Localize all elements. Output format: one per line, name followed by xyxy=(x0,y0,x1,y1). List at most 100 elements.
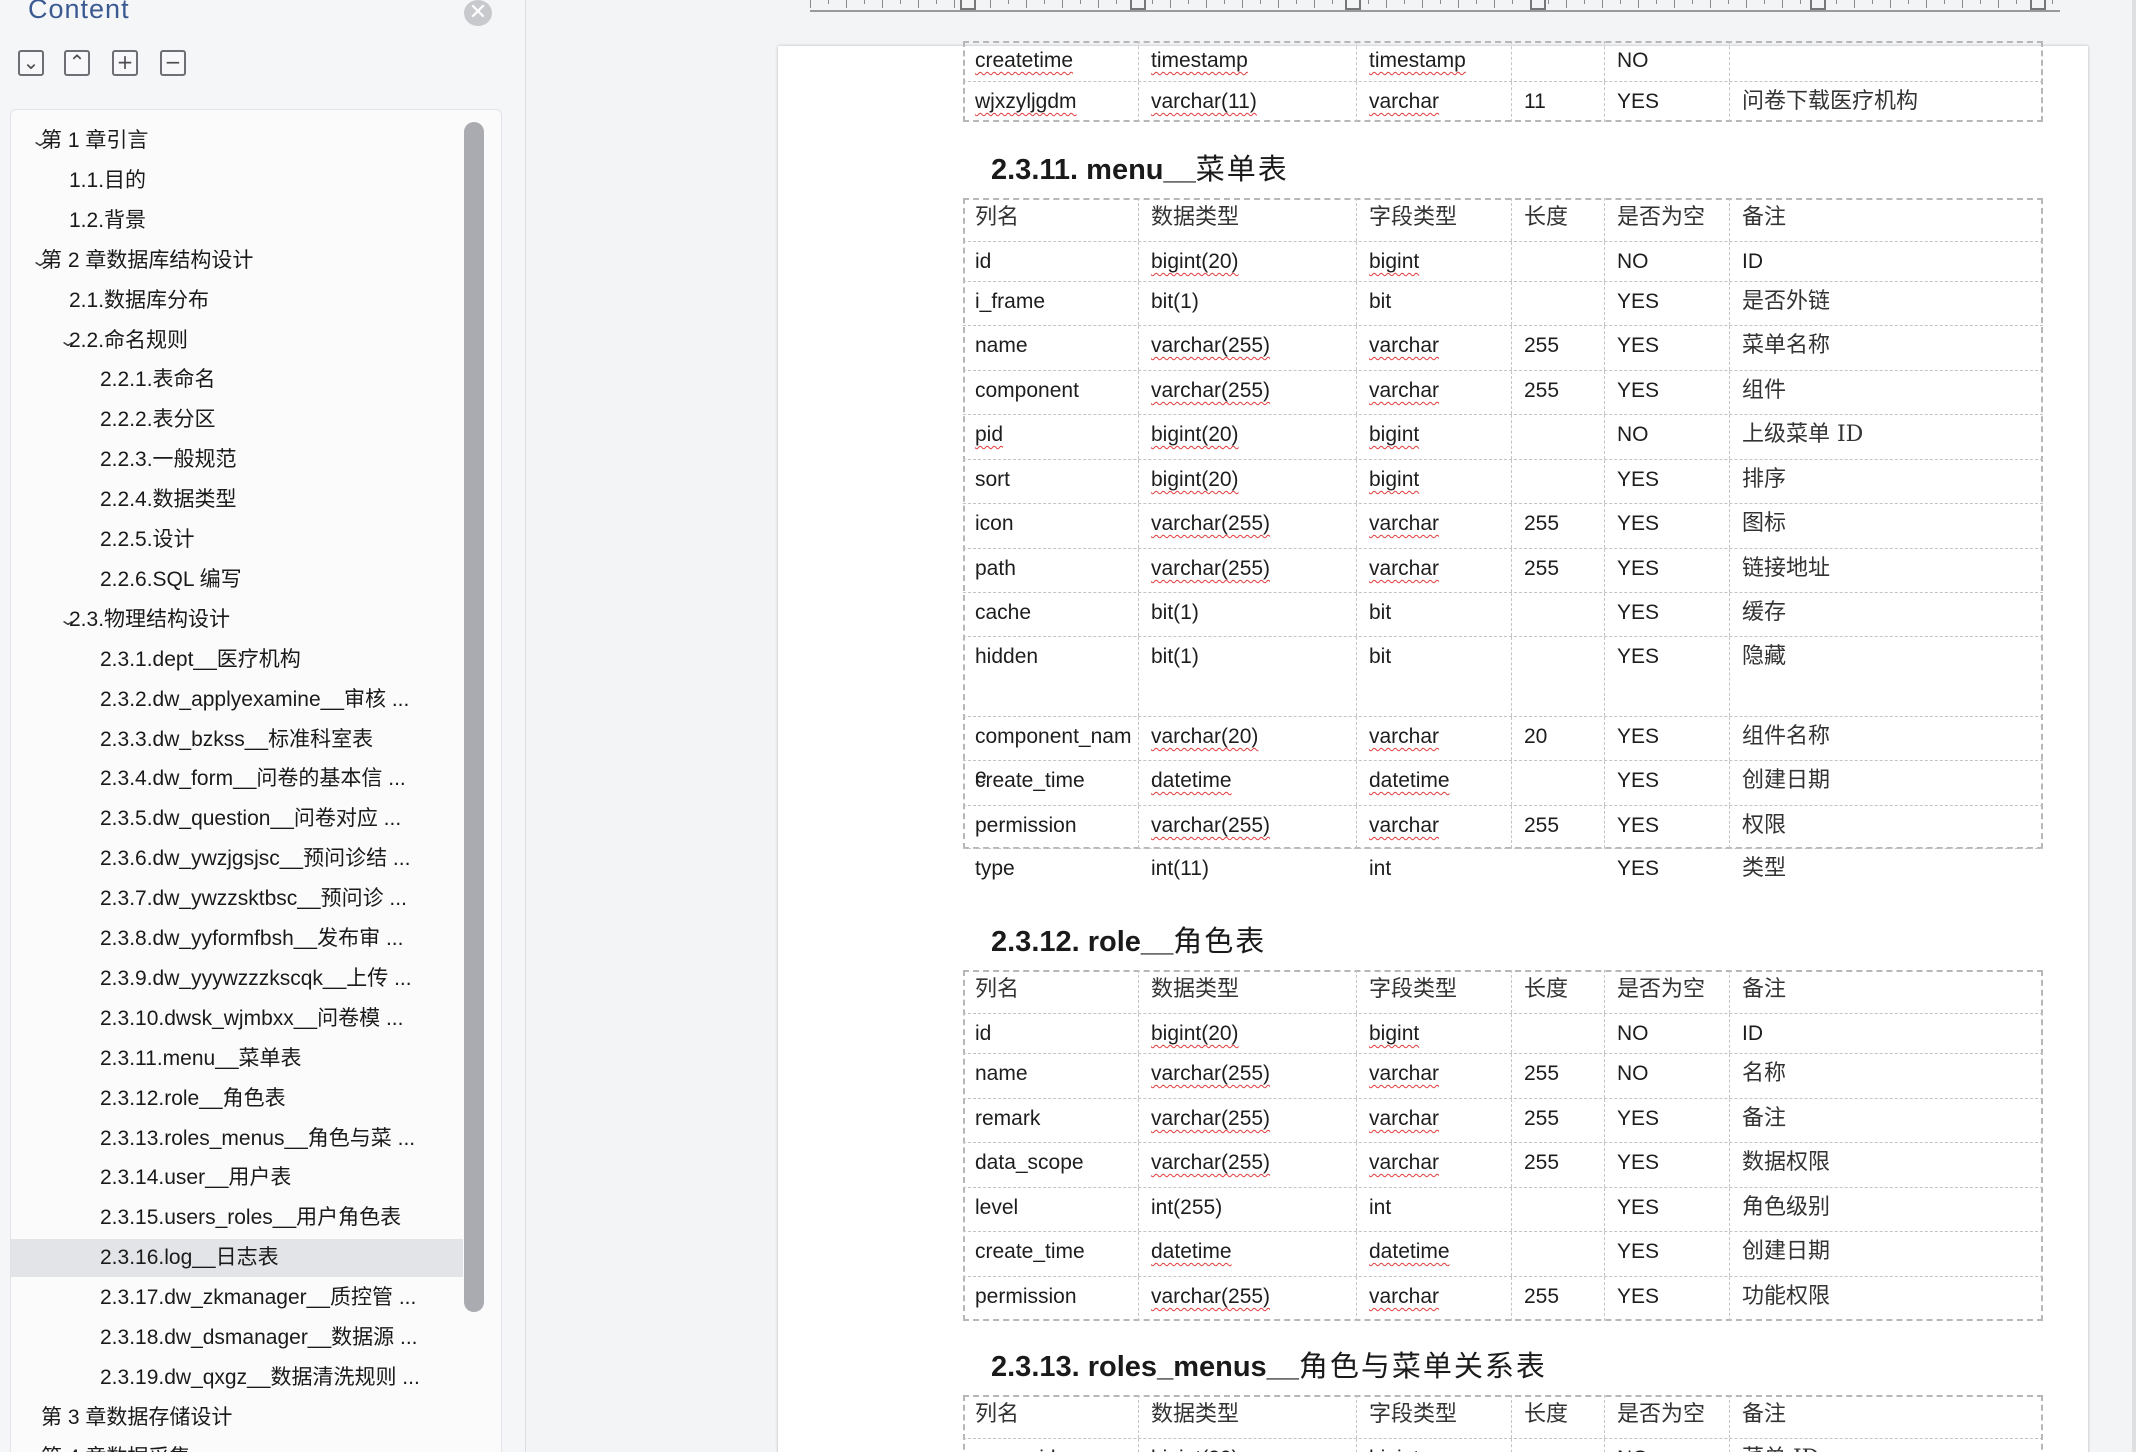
table-cell: NO xyxy=(1604,1054,1729,1098)
table-cell: YES xyxy=(1604,371,1729,414)
toc-item[interactable]: 2.2.3.一般规范 xyxy=(11,441,463,479)
table-cell: int(255) xyxy=(1138,1188,1356,1231)
ruler-tab-marker[interactable] xyxy=(1530,0,1546,10)
toc-item[interactable]: 1.1.目的 xyxy=(11,162,463,200)
toc-item[interactable]: 第 4 章数据采集 xyxy=(11,1439,463,1452)
toc-item[interactable]: 2.2.6.SQL 编写 xyxy=(11,561,463,599)
section-table-name: menu__ xyxy=(1086,154,1196,186)
toc-item[interactable]: 2.3.15.users_roles__用户角色表 xyxy=(11,1199,463,1237)
spellcheck-underline: datetime xyxy=(1151,769,1232,792)
table-cell: YES xyxy=(1604,82,1729,122)
table-row: remark varchar(255) varchar 255 YES 备注 xyxy=(963,1099,2043,1143)
toc-item[interactable]: 2.2.5.设计 xyxy=(11,521,463,559)
table-row: pid bigint(20) bigint NO 上级菜单 ID xyxy=(963,415,2043,460)
table-cell: int xyxy=(1356,1188,1511,1231)
toc-item[interactable]: 2.3.18.dw_dsmanager__数据源 ... xyxy=(11,1319,463,1357)
table-cell: 11 xyxy=(1511,82,1604,122)
toc-item[interactable]: 2.3.5.dw_question__问卷对应 ... xyxy=(11,800,463,838)
spellcheck-underline: datetime xyxy=(1369,1240,1450,1263)
spellcheck-underline: varchar xyxy=(1369,1062,1440,1085)
toc-item[interactable]: 2.3.17.dw_zkmanager__质控管 ... xyxy=(11,1279,463,1317)
table-cell: datetime xyxy=(1138,761,1356,805)
spellcheck-underline: bigint(20) xyxy=(1151,1447,1239,1452)
toc-item[interactable]: 2.2.2.表分区 xyxy=(11,401,463,439)
table-cell: 组件名称 xyxy=(1729,717,2043,760)
ruler-tab-marker[interactable] xyxy=(2030,0,2046,10)
table-row: createtime timestamp timestamp NO xyxy=(963,41,2043,82)
table-cell: 列名 xyxy=(975,1402,1020,1427)
spellcheck-underline: varchar xyxy=(1369,1285,1440,1308)
table-cell: component_nam e xyxy=(975,725,1132,788)
table-cell: YES xyxy=(1604,1277,1729,1321)
ruler-tick xyxy=(1908,0,1909,4)
table-cell xyxy=(1511,593,1604,636)
toc-item-label: 2.3.物理结构设计 xyxy=(69,607,231,631)
ruler-tab-marker[interactable] xyxy=(960,0,976,10)
table-cell: bigint(20) xyxy=(1138,415,1356,459)
toc-item[interactable]: 2.3.16.log__日志表 xyxy=(11,1239,463,1278)
spellcheck-underline: bigint xyxy=(1369,468,1420,491)
ruler-tick xyxy=(1296,0,1297,4)
toc-item[interactable]: ⌄ 第 2 章数据库结构设计 xyxy=(11,242,463,280)
table-row: data_scope varchar(255) varchar 255 YES 数据权限 xyxy=(963,1143,2043,1188)
ruler-tab-marker[interactable] xyxy=(1810,0,1826,10)
toc-item-label: 第 4 章数据采集 xyxy=(41,1439,190,1452)
toc-item[interactable]: 2.3.11.menu__菜单表 xyxy=(11,1040,463,1078)
toc-item[interactable]: ⌄ 2.3.物理结构设计 xyxy=(11,601,463,639)
table-cell: createtime xyxy=(963,41,1138,81)
ruler-tick xyxy=(1386,0,1387,8)
table-cell: pid xyxy=(963,415,1138,459)
spellcheck-underline: wjxzyljgdm xyxy=(975,90,1077,113)
collapse-all-button[interactable]: − xyxy=(160,50,186,76)
toc-item[interactable]: 2.3.10.dwsk_wjmbxx__问卷模 ... xyxy=(11,1000,463,1038)
ruler-tick xyxy=(1242,0,1243,8)
ruler-tick xyxy=(1890,0,1891,8)
toc-item[interactable]: 2.3.14.user__用户表 xyxy=(11,1159,463,1197)
table-cell: 255 xyxy=(1511,1054,1604,1098)
toc-scrollbar[interactable] xyxy=(464,122,484,1312)
ruler-tick xyxy=(1098,0,1099,8)
toc-item[interactable]: 2.1.数据库分布 xyxy=(11,282,463,320)
toc-item[interactable]: 2.2.4.数据类型 xyxy=(11,481,463,519)
toc-item[interactable]: 2.3.6.dw_ywzjgsjsc__预问诊结 ... xyxy=(11,840,463,878)
toc-item[interactable]: ⌄ 第 1 章引言 xyxy=(11,122,463,160)
toc-item[interactable]: 第 3 章数据存储设计 xyxy=(11,1399,463,1437)
table-cell: 是否为空 xyxy=(1604,198,1729,241)
toc-item[interactable]: ⌄ 2.2.命名规则 xyxy=(11,322,463,360)
toc-item[interactable]: 2.3.3.dw_bzkss__标准科室表 xyxy=(11,721,463,759)
toc-item[interactable]: 2.3.13.roles_menus__角色与菜 ... xyxy=(11,1120,463,1158)
toc-item[interactable]: 2.3.4.dw_form__问卷的基本信 ... xyxy=(11,760,463,798)
spellcheck-underline: bigint(20) xyxy=(1151,423,1239,446)
toc-item-label: 2.3.4.dw_form__问卷的基本信 ... xyxy=(100,767,406,791)
toc-item[interactable]: 2.3.2.dw_applyexamine__审核 ... xyxy=(11,681,463,719)
toc-item[interactable]: 1.2.背景 xyxy=(11,202,463,240)
table-cell: 创建日期 xyxy=(1729,761,2043,805)
table-cell: create_time xyxy=(975,769,1085,792)
toc-item[interactable]: 2.3.8.dw_yyformfbsh__发布审 ... xyxy=(11,920,463,958)
toc-item[interactable]: 2.3.19.dw_qxgz__数据清洗规则 ... xyxy=(11,1359,463,1397)
expand-level-button[interactable]: ⌄ xyxy=(18,50,44,76)
table-cell: 255 xyxy=(1511,504,1604,548)
page-scrollbar[interactable] xyxy=(2132,0,2136,1452)
toc-item[interactable]: 2.3.12.role__角色表 xyxy=(11,1080,463,1118)
ruler-tab-marker[interactable] xyxy=(1130,0,1146,10)
table-cell: 数据类型 xyxy=(1138,198,1356,241)
horizontal-ruler[interactable] xyxy=(810,0,2060,12)
toc-item-label: 2.2.5.设计 xyxy=(100,528,195,551)
table-cell: 隐藏 xyxy=(1729,637,2043,716)
toc-item[interactable]: 2.2.1.表命名 xyxy=(11,361,463,399)
table-row: path varchar(255) varchar 255 YES 链接地址 xyxy=(963,549,2043,593)
expand-all-button[interactable]: + xyxy=(112,50,138,76)
collapse-level-button[interactable]: ⌃ xyxy=(64,50,90,76)
ruler-tab-marker[interactable] xyxy=(1345,0,1361,10)
toc-item[interactable]: 2.3.7.dw_ywzzsktbsc__预问诊 ... xyxy=(11,880,463,918)
close-icon[interactable]: ✕ xyxy=(464,0,492,26)
table-cell: 备注 xyxy=(1729,198,2043,241)
table-cell: bit(1) xyxy=(1138,593,1356,636)
toc-item[interactable]: 2.3.9.dw_yyywzzzkscqk__上传 ... xyxy=(11,960,463,998)
toc-item[interactable]: 2.3.1.dept__医疗机构 xyxy=(11,641,463,679)
ruler-tick xyxy=(1800,0,1801,4)
table-row: menu_id bigint(20) bigint NO菜单 ID xyxy=(963,1439,2043,1452)
table-cell: ID xyxy=(1729,242,2043,281)
table-cell: 数据类型 xyxy=(1138,1395,1356,1438)
